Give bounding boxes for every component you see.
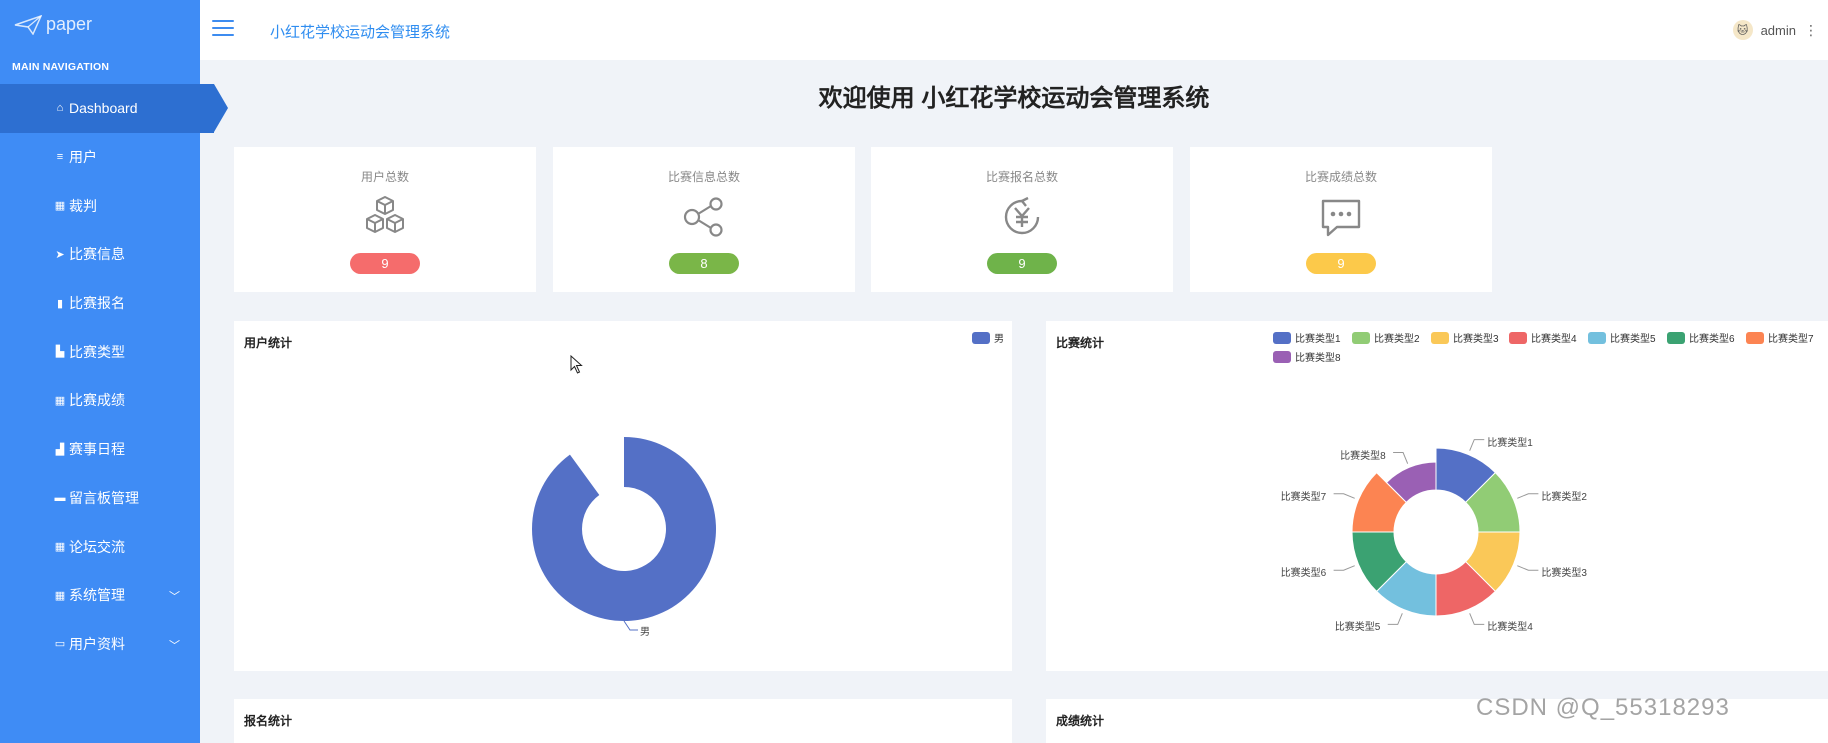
stat-card-match-info: 比赛信息总数 8 bbox=[553, 147, 855, 292]
stat-label: 用户总数 bbox=[360, 170, 409, 184]
home-icon: ⌂ bbox=[56, 102, 64, 115]
clipboard-icon: ▮ bbox=[56, 297, 64, 310]
pie-label: 比赛类型4 bbox=[1487, 622, 1533, 634]
pie-label: 比赛类型8 bbox=[1340, 450, 1386, 462]
stat-value-badge: 9 bbox=[987, 253, 1057, 274]
site-title: 小红花学校运动会管理系统 bbox=[270, 24, 451, 41]
stat-label: 比赛信息总数 bbox=[667, 170, 740, 184]
cubes-icon bbox=[366, 196, 404, 233]
chat-icon: ▬ bbox=[54, 491, 66, 504]
welcome-text: 欢迎使用 小红花学校运动会管理系统 bbox=[818, 85, 1210, 112]
sidebar-item-label: Dashboard bbox=[69, 100, 138, 117]
sidebar-item-system[interactable]: ▦ 系统管理 ﹀ bbox=[0, 571, 200, 620]
label-leader-line bbox=[1469, 439, 1485, 451]
pie-label: 比赛类型3 bbox=[1541, 568, 1587, 580]
nav-menu: ⌂ Dashboard ≡ 用户 ▦ 裁判 ➤ 比赛信息 ▮ 比赛报名 ▙ 比赛… bbox=[0, 84, 228, 669]
label-leader-line bbox=[1333, 493, 1355, 499]
label-leader-line bbox=[1517, 565, 1539, 571]
sidebar-item-match-signup[interactable]: ▮ 比赛报名 bbox=[0, 279, 200, 328]
sidebar: paper MAIN NAVIGATION ⌂ Dashboard ≡ 用户 ▦… bbox=[0, 0, 228, 743]
chevron-down-icon: ﹀ bbox=[169, 590, 180, 603]
stat-value-badge: 8 bbox=[669, 253, 739, 274]
match-pie-chart bbox=[1333, 439, 1539, 625]
mouse-cursor-icon bbox=[570, 355, 583, 374]
sidebar-item-label: 比赛类型 bbox=[69, 343, 125, 360]
pie-label: 比赛类型6 bbox=[1280, 568, 1327, 580]
label-leader-line bbox=[1517, 493, 1539, 499]
sidebar-item-forum[interactable]: ▦ 论坛交流 bbox=[0, 522, 200, 571]
stat-card-score: 比赛成绩总数 9 bbox=[1190, 147, 1492, 292]
panel-title: 成绩统计 bbox=[1056, 714, 1105, 728]
user-menu[interactable]: 🐱 admin ⋮ bbox=[1732, 20, 1818, 40]
sidebar-item-label: 比赛成绩 bbox=[69, 392, 125, 409]
avatar: 🐱 bbox=[1732, 20, 1753, 40]
watermark: CSDN @Q_55318293 bbox=[1476, 694, 1730, 721]
label-leader-line bbox=[1387, 613, 1403, 625]
user-pie-chart bbox=[532, 437, 716, 631]
sidebar-item-label: 赛事日程 bbox=[69, 441, 125, 458]
id-card-icon: ▭ bbox=[54, 638, 66, 651]
chevron-down-icon: ﹀ bbox=[169, 639, 180, 652]
sidebar-item-label: 用户资料 bbox=[69, 635, 125, 652]
more-vertical-icon[interactable]: ⋮ bbox=[1804, 22, 1818, 39]
grid-icon: ▦ bbox=[54, 541, 66, 554]
sidebar-item-label: 留言板管理 bbox=[69, 489, 139, 506]
share-icon bbox=[683, 197, 723, 237]
sidebar-item-match-score[interactable]: ▦ 比赛成绩 bbox=[0, 376, 200, 425]
yen-icon bbox=[1004, 196, 1040, 235]
sidebar-item-label: 用户 bbox=[69, 149, 97, 166]
pie-label: 比赛类型2 bbox=[1541, 491, 1587, 503]
sidebar-item-users[interactable]: ≡ 用户 bbox=[0, 133, 200, 182]
label-leader-line bbox=[1333, 565, 1355, 571]
sidebar-item-dashboard[interactable]: ⌂ Dashboard bbox=[0, 84, 228, 133]
list-icon: ≡ bbox=[56, 151, 64, 164]
grid-icon: ▦ bbox=[54, 200, 66, 213]
match-stats-panel: 比赛统计 比赛类型1 比赛类型2 比赛类型3 比赛类型4 比赛类型5 比赛类型6 比赛类型7… bbox=[1046, 321, 1828, 671]
grid-icon: ▦ bbox=[54, 394, 66, 407]
label-leader-line bbox=[1393, 452, 1409, 464]
book-icon: ▙ bbox=[55, 346, 65, 359]
message-icon bbox=[1321, 199, 1361, 237]
sidebar-item-user-profile[interactable]: ▭ 用户资料 ﹀ bbox=[0, 620, 200, 669]
sidebar-item-match-info[interactable]: ➤ 比赛信息 bbox=[0, 230, 200, 279]
signup-stats-panel: 报名统计 bbox=[234, 699, 1012, 743]
stat-card-users: 用户总数 9 bbox=[234, 147, 536, 292]
top-header: 小红花学校运动会管理系统 🐱 admin ⋮ bbox=[200, 0, 1828, 60]
pie-label: 比赛类型1 bbox=[1487, 437, 1533, 449]
sidebar-item-label: 论坛交流 bbox=[69, 538, 125, 555]
sidebar-item-label: 系统管理 bbox=[69, 587, 125, 604]
label-leader-line bbox=[623, 620, 638, 631]
send-icon: ➤ bbox=[55, 248, 65, 261]
logo-text: paper bbox=[46, 14, 93, 34]
stat-label: 比赛成绩总数 bbox=[1304, 170, 1377, 184]
sidebar-item-label: 裁判 bbox=[69, 197, 97, 214]
stat-card-signup: 比赛报名总数 9 bbox=[871, 147, 1173, 292]
nav-title: MAIN NAVIGATION bbox=[12, 61, 110, 73]
sidebar-item-message-board[interactable]: ▬ 留言板管理 bbox=[0, 474, 200, 523]
label-leader-line bbox=[1469, 613, 1485, 625]
sidebar-item-label: 比赛报名 bbox=[69, 295, 125, 312]
grid-icon: ▦ bbox=[54, 589, 66, 602]
stat-label: 比赛报名总数 bbox=[985, 170, 1058, 184]
stat-value-badge: 9 bbox=[1306, 253, 1376, 274]
menu-toggle-icon[interactable] bbox=[212, 20, 234, 36]
stat-value-badge: 9 bbox=[350, 253, 420, 274]
paper-plane-icon bbox=[14, 14, 42, 35]
logo[interactable]: paper bbox=[14, 14, 92, 35]
sidebar-item-schedule[interactable]: ▟ 赛事日程 bbox=[0, 425, 200, 474]
user-stats-panel: 用户统计 男 男 bbox=[234, 321, 1012, 671]
pie-label: 比赛类型7 bbox=[1280, 491, 1327, 503]
username: admin bbox=[1760, 22, 1796, 38]
bar-chart-icon: ▟ bbox=[55, 443, 65, 456]
pie-label: 比赛类型5 bbox=[1334, 622, 1381, 634]
panel-title: 报名统计 bbox=[244, 714, 293, 728]
sidebar-item-referee[interactable]: ▦ 裁判 bbox=[0, 181, 200, 230]
pie-slice[interactable] bbox=[532, 437, 716, 621]
sidebar-item-match-type[interactable]: ▙ 比赛类型 bbox=[0, 327, 200, 376]
pie-label: 男 bbox=[640, 627, 650, 638]
sidebar-item-label: 比赛信息 bbox=[69, 246, 125, 263]
